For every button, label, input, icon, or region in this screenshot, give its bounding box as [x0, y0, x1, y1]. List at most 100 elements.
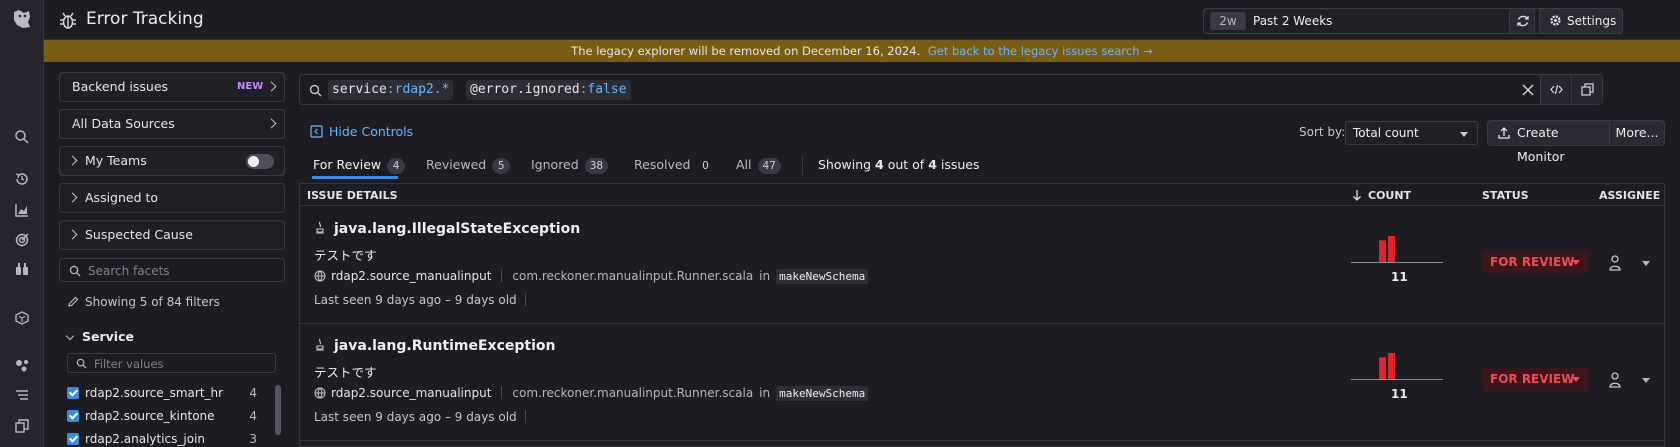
refresh-icon — [1517, 15, 1529, 27]
checkbox-checked[interactable] — [67, 433, 79, 445]
query-token-value: rdap2.* — [394, 82, 450, 97]
service-name[interactable]: rdap2.source_manualinput — [331, 386, 491, 400]
hide-controls-label: Hide Controls — [329, 124, 414, 139]
assignee-user-icon[interactable] — [1608, 254, 1622, 272]
tab-ignored[interactable]: Ignored 38 — [531, 157, 609, 174]
time-range-label: Past 2 Weeks — [1253, 14, 1333, 28]
chevron-right-icon — [67, 155, 78, 166]
settings-button[interactable]: Settings — [1539, 8, 1623, 34]
history-icon[interactable] — [14, 171, 30, 187]
tab-reviewed[interactable]: Reviewed 5 — [426, 157, 511, 174]
search-facets-input[interactable]: Search facets — [59, 258, 285, 282]
edit-filters-link[interactable]: Showing 5 of 84 filters — [67, 295, 220, 309]
exception-name: java.lang.IllegalStateException — [334, 221, 581, 237]
service-name[interactable]: rdap2.source_manualinput — [331, 269, 491, 283]
search-facets-placeholder: Search facets — [88, 264, 170, 278]
copy-icon[interactable] — [14, 418, 30, 434]
showing-count: Showing 4 out of 4 issues — [818, 157, 980, 172]
issue-type-selector[interactable]: Backend issues NEW — [59, 72, 285, 102]
count-sparkline — [1351, 353, 1443, 380]
pencil-icon — [68, 296, 79, 307]
java-icon — [316, 221, 324, 234]
my-teams-toggle[interactable] — [246, 154, 274, 169]
integrations-icon[interactable] — [14, 357, 30, 373]
expand-row-icon[interactable] — [1642, 378, 1650, 383]
service-count: 3 — [249, 432, 257, 446]
query-token[interactable]: @error.ignored:false — [466, 80, 631, 100]
legacy-search-link[interactable]: Get back to the legacy issues search → — [928, 44, 1153, 58]
service-name: rdap2.analytics_join — [85, 432, 206, 446]
service-heading: Service — [82, 329, 134, 344]
status-label: FOR REVIEW — [1490, 372, 1575, 386]
checkbox-checked[interactable] — [67, 410, 79, 422]
status-label: FOR REVIEW — [1490, 255, 1575, 269]
tab-all[interactable]: All 47 — [736, 157, 781, 174]
refresh-button[interactable] — [1509, 8, 1535, 34]
showing-total: 4 — [928, 157, 937, 172]
active-tab-indicator — [312, 176, 398, 179]
globe-icon — [314, 387, 326, 399]
collapse-panel-icon — [310, 125, 323, 138]
sort-by-label: Sort by: — [1299, 125, 1346, 139]
expand-row-icon[interactable] — [1642, 261, 1650, 266]
facet-scrollbar[interactable] — [275, 385, 281, 435]
checkbox-checked[interactable] — [67, 387, 79, 399]
data-sources-selector[interactable]: All Data Sources — [59, 109, 285, 139]
last-seen: Last seen 9 days ago – 9 days old — [314, 293, 526, 307]
tab-for-review[interactable]: For Review 4 — [313, 157, 406, 174]
assignee-user-icon[interactable] — [1608, 371, 1622, 389]
datadog-logo-icon[interactable] — [11, 8, 33, 30]
nav-rail — [0, 0, 44, 447]
infrastructure-icon[interactable] — [14, 310, 30, 326]
tab-count-badge: 5 — [492, 158, 511, 174]
service-option[interactable]: rdap2.source_smart_hr 4 — [67, 384, 257, 402]
tab-resolved[interactable]: Resolved 0 — [634, 157, 714, 174]
service-count: 4 — [249, 386, 257, 400]
filter-values-input[interactable]: Filter values — [67, 353, 276, 373]
error-message: テストです — [314, 365, 377, 380]
exception-title[interactable]: java.lang.RuntimeException — [314, 338, 555, 354]
showing-filters-text: Showing 5 of 84 filters — [85, 295, 220, 309]
sparkline-bar — [1388, 236, 1395, 262]
suspected-cause-facet[interactable]: Suspected Cause — [59, 220, 285, 250]
table-row[interactable]: java.lang.RuntimeException テストです rdap2.s… — [300, 324, 1664, 441]
tab-count-badge: 0 — [702, 160, 709, 172]
binoculars-icon[interactable] — [14, 261, 30, 277]
code-view-button[interactable] — [1540, 75, 1571, 104]
separator — [524, 293, 526, 306]
sparkline-bar — [1379, 357, 1386, 379]
table-row[interactable]: java.lang.IllegalStateException テストです rd… — [300, 207, 1664, 324]
service-option[interactable]: rdap2.analytics_join 3 — [67, 430, 257, 447]
my-teams-facet[interactable]: My Teams — [59, 146, 285, 176]
logs-icon[interactable] — [14, 387, 30, 403]
copy-query-button[interactable] — [1571, 75, 1602, 104]
exception-title[interactable]: java.lang.IllegalStateException — [314, 221, 580, 237]
status-dropdown[interactable]: FOR REVIEW — [1482, 368, 1589, 391]
service-option[interactable]: rdap2.source_kintone 4 — [67, 407, 257, 425]
monitors-icon[interactable] — [14, 232, 30, 248]
search-icon[interactable] — [14, 129, 30, 145]
tab-label: For Review — [313, 157, 382, 172]
sort-desc-icon — [1353, 190, 1361, 201]
query-token[interactable]: service:rdap2.* — [328, 80, 454, 100]
source-file: com.reckoner.manualinput.Runner.scala — [512, 386, 754, 400]
issues-table: ISSUE DETAILS COUNT STATUS ASSIGNEE java… — [299, 183, 1665, 447]
status-dropdown[interactable]: FOR REVIEW — [1482, 251, 1589, 274]
issue-count: 11 — [1391, 387, 1408, 401]
create-monitor-button[interactable]: Create Monitor — [1487, 120, 1610, 164]
tab-label: All — [736, 157, 752, 172]
copy-icon — [1581, 83, 1594, 96]
clear-query-icon[interactable] — [1520, 82, 1536, 98]
source-file: com.reckoner.manualinput.Runner.scala — [512, 269, 754, 283]
query-search-bar[interactable]: service:rdap2.* @error.ignored:false — [299, 74, 1603, 105]
service-facet-header[interactable]: Service — [65, 329, 134, 344]
hide-controls-button[interactable]: Hide Controls — [310, 124, 413, 139]
column-count-label: COUNT — [1368, 189, 1412, 202]
exception-name: java.lang.RuntimeException — [334, 338, 556, 354]
column-count[interactable]: COUNT — [1352, 189, 1411, 202]
sort-by-select[interactable]: Total count — [1345, 121, 1478, 145]
dashboard-icon[interactable] — [14, 202, 30, 218]
gear-icon — [1550, 15, 1561, 26]
assigned-to-facet[interactable]: Assigned to — [59, 183, 285, 213]
more-button[interactable]: More... — [1609, 120, 1665, 146]
